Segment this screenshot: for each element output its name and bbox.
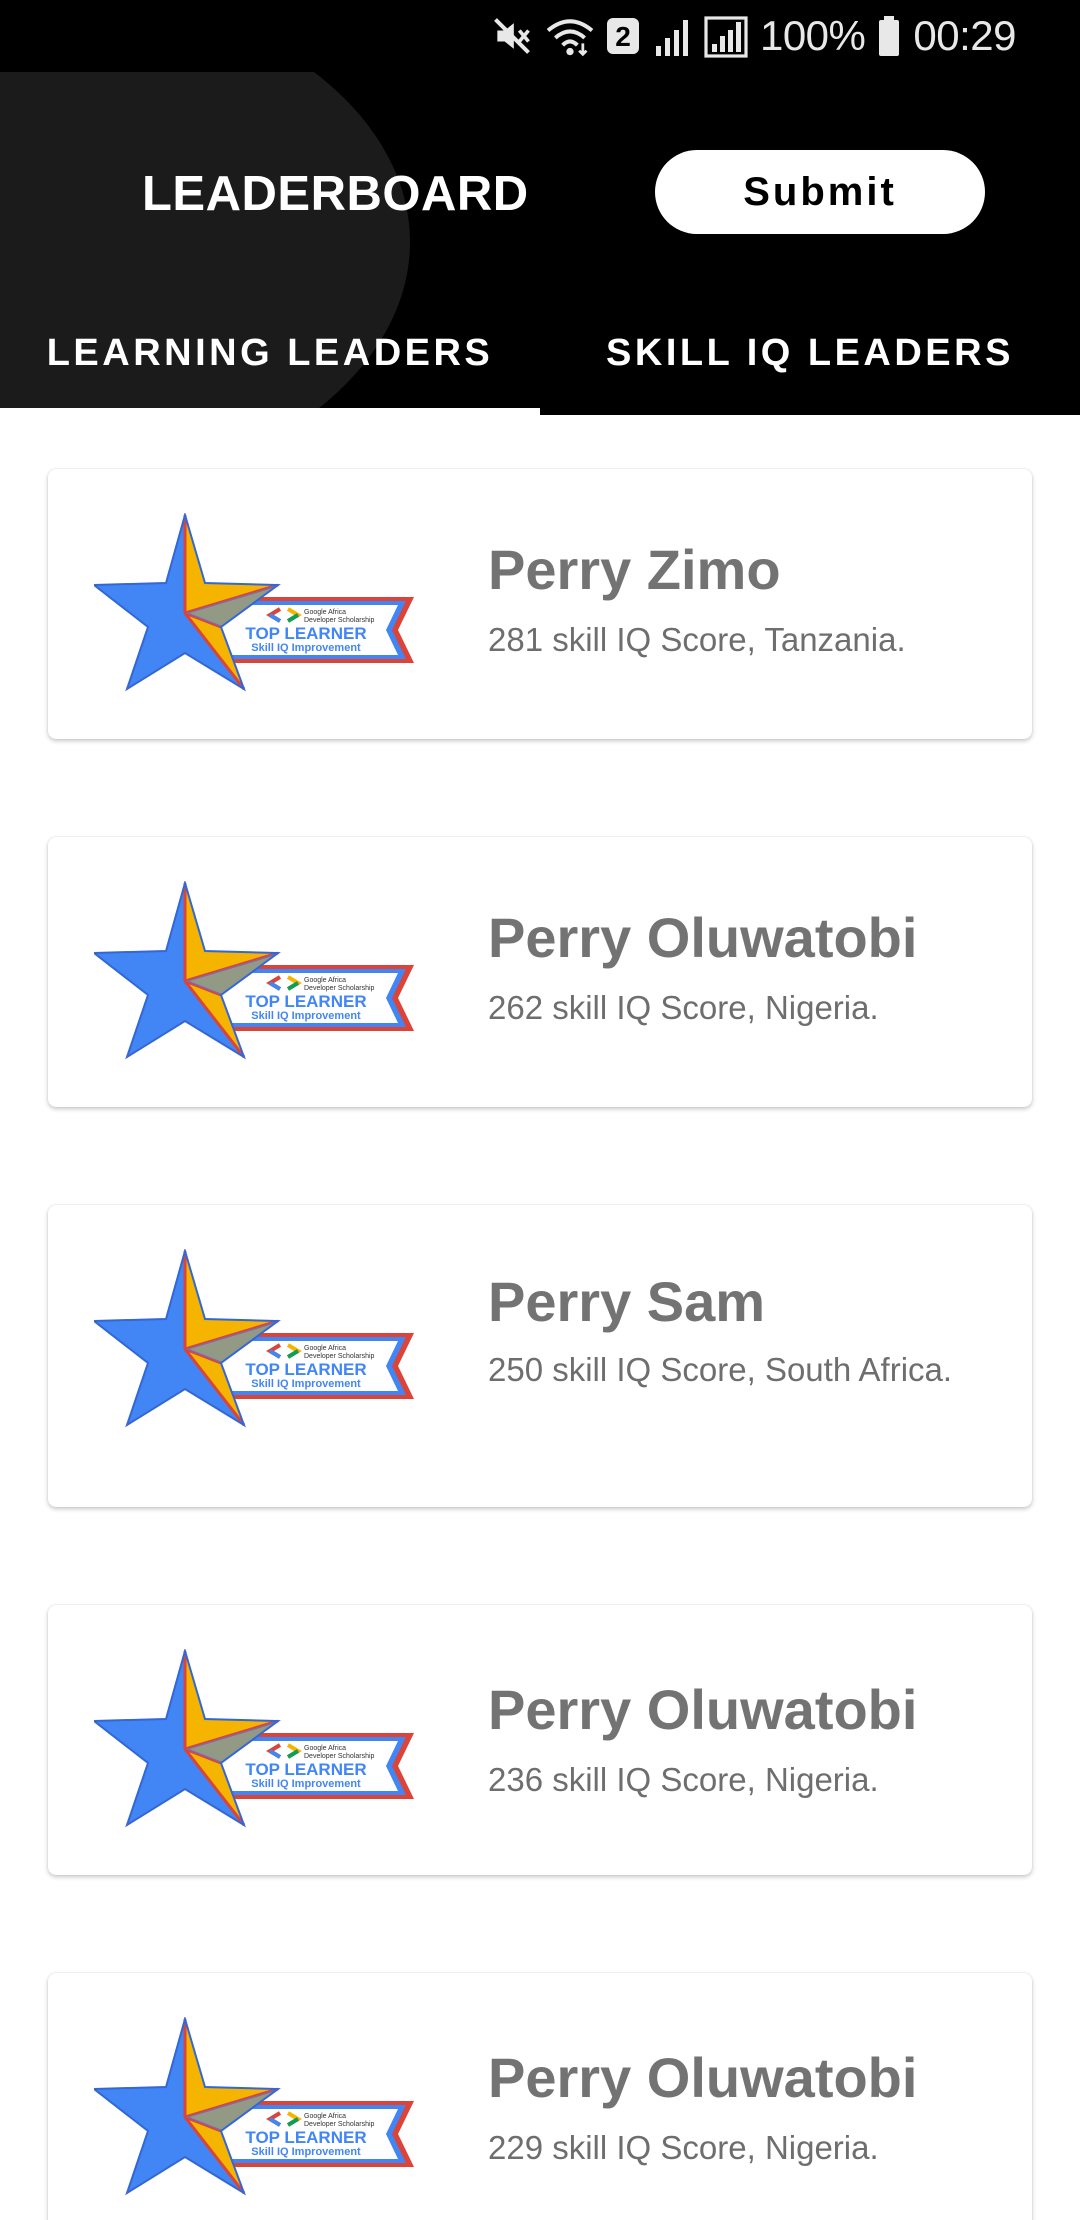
network-badge-icon: 2: [606, 17, 640, 55]
list-item[interactable]: Google Africa Developer Scholarship TOP …: [48, 1205, 1032, 1507]
tab-bar: LEARNING LEADERS SKILL IQ LEADERS: [0, 312, 1080, 415]
leader-score-country: 281 skill IQ Score, Tanzania.: [488, 621, 906, 658]
leader-list[interactable]: Google Africa Developer Scholarship TOP …: [0, 415, 1080, 2220]
tab-label: LEARNING LEADERS: [46, 332, 494, 374]
badge-org-text: Google Africa: [304, 609, 346, 616]
badge-subtitle-text: Skill IQ Improvement: [251, 642, 361, 654]
badge-org-text: Google Africa: [304, 2113, 346, 2120]
top-learner-badge-icon: Google Africa Developer Scholarship TOP …: [94, 2017, 424, 2197]
list-item[interactable]: Google Africa Developer Scholarship TOP …: [48, 837, 1032, 1107]
list-item[interactable]: Google Africa Developer Scholarship TOP …: [48, 1973, 1032, 2220]
badge-org-text: Google Africa: [304, 977, 346, 984]
leader-name: Perry Oluwatobi: [488, 1678, 918, 1741]
badge-org-text: Developer Scholarship: [304, 1753, 375, 1760]
list-item[interactable]: Google Africa Developer Scholarship TOP …: [48, 469, 1032, 739]
badge-subtitle-text: Skill IQ Improvement: [251, 1778, 361, 1790]
badge-title-text: TOP LEARNER: [245, 2128, 366, 2147]
top-learner-badge-icon: Google Africa Developer Scholarship TOP …: [94, 881, 424, 1061]
top-learner-badge-icon: Google Africa Developer Scholarship TOP …: [94, 1249, 424, 1429]
leader-score-country: 250 skill IQ Score, South Africa.: [488, 1351, 953, 1388]
battery-icon: [877, 14, 901, 58]
badge-org-text: Developer Scholarship: [304, 985, 375, 992]
tab-skill-iq-leaders[interactable]: SKILL IQ LEADERS: [540, 312, 1080, 415]
mute-icon: [490, 14, 534, 58]
submit-button[interactable]: Submit: [655, 150, 985, 234]
badge-subtitle-text: Skill IQ Improvement: [251, 2146, 361, 2158]
badge-subtitle-text: Skill IQ Improvement: [251, 1010, 361, 1022]
top-learner-badge-icon: Google Africa Developer Scholarship TOP …: [94, 513, 424, 693]
network-badge-text: 2: [615, 21, 631, 52]
signal-icon: [704, 14, 748, 58]
badge-org-text: Developer Scholarship: [304, 2121, 375, 2128]
signal-icon: [652, 14, 692, 58]
status-bar: 2 100% 00:29: [0, 0, 1080, 72]
tab-learning-leaders[interactable]: LEARNING LEADERS: [0, 312, 540, 415]
badge-title-text: TOP LEARNER: [245, 992, 366, 1011]
badge-org-text: Google Africa: [304, 1745, 346, 1752]
leader-name: Perry Oluwatobi: [488, 906, 918, 969]
clock: 00:29: [913, 12, 1016, 59]
badge-title-text: TOP LEARNER: [245, 624, 366, 643]
badge-org-text: Developer Scholarship: [304, 617, 375, 624]
page-title: LEADERBOARD: [142, 167, 529, 221]
leader-name: Perry Sam: [488, 1270, 766, 1333]
badge-org-text: Google Africa: [304, 1345, 346, 1352]
list-item[interactable]: Google Africa Developer Scholarship TOP …: [48, 1605, 1032, 1875]
tab-label: SKILL IQ LEADERS: [606, 332, 1014, 374]
status-icons: 2 100% 00:29: [490, 0, 1016, 72]
badge-title-text: TOP LEARNER: [245, 1760, 366, 1779]
battery-percent: 100%: [759, 12, 866, 59]
badge-title-text: TOP LEARNER: [245, 1360, 366, 1379]
badge-org-text: Developer Scholarship: [304, 1353, 375, 1360]
app-header: LEADERBOARD Submit LEARNING LEADERS SKIL…: [0, 72, 1080, 415]
leader-name: Perry Zimo: [488, 538, 781, 601]
badge-subtitle-text: Skill IQ Improvement: [251, 1378, 361, 1390]
leader-name: Perry Oluwatobi: [488, 2046, 918, 2109]
top-learner-badge-icon: Google Africa Developer Scholarship TOP …: [94, 1649, 424, 1829]
leaderboard-screen: 2 100% 00:29 LEADERBOARD Submit LEARNING…: [0, 0, 1080, 2220]
leader-score-country: 262 skill IQ Score, Nigeria.: [488, 989, 879, 1026]
leader-score-country: 236 skill IQ Score, Nigeria.: [488, 1761, 879, 1798]
leader-score-country: 229 skill IQ Score, Nigeria.: [488, 2129, 879, 2166]
wifi-icon: [546, 14, 594, 58]
